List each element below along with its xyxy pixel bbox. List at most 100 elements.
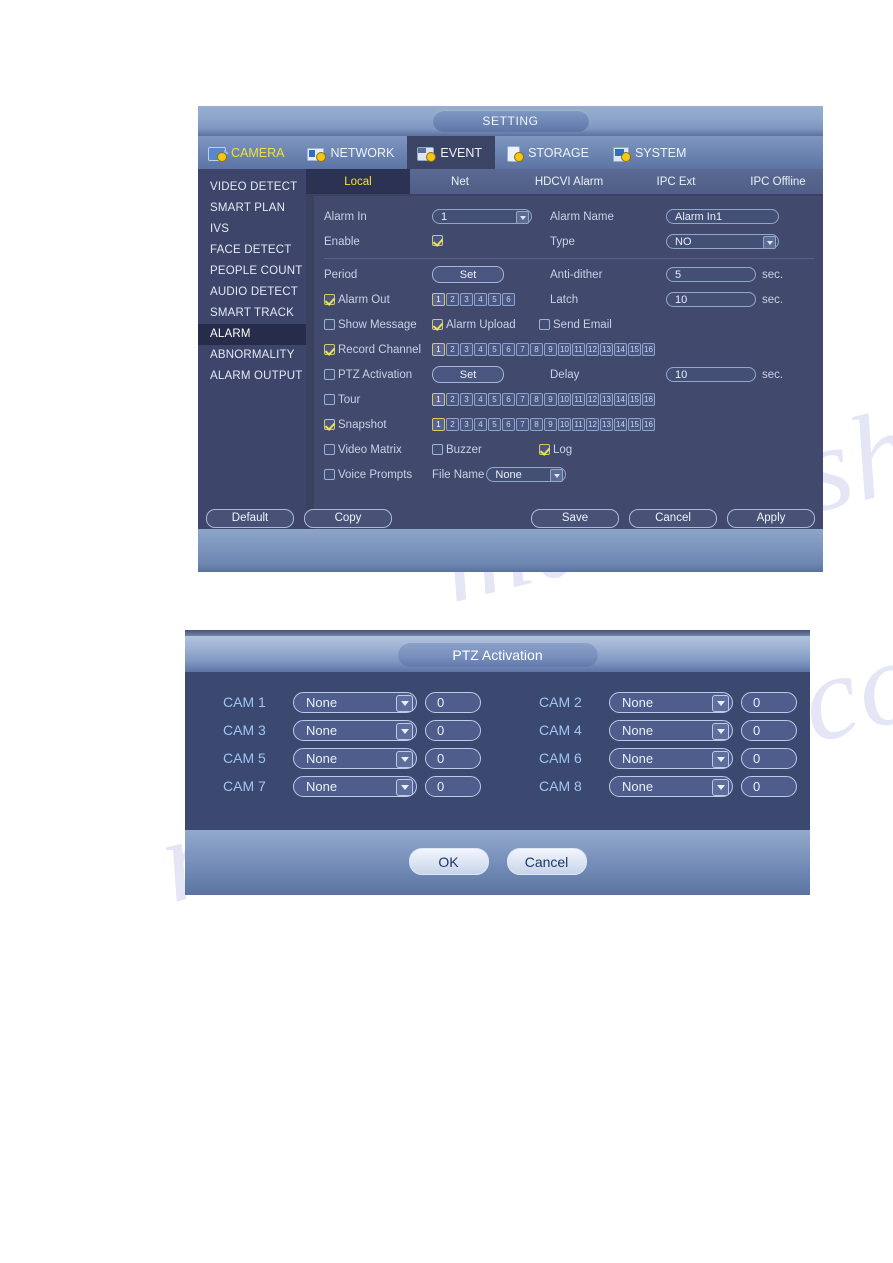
ptz-action-select[interactable]: None [293, 747, 417, 769]
snapshot-channel[interactable]: 16 [642, 418, 655, 431]
file-name-select[interactable]: None [486, 467, 567, 482]
tab-storage[interactable]: STORAGE [495, 136, 602, 169]
record-channel[interactable]: 15 [628, 343, 641, 356]
record-channel[interactable]: 1 [432, 343, 445, 356]
tour-channel[interactable]: 15 [628, 393, 641, 406]
snapshot-channel[interactable]: 11 [572, 418, 585, 431]
record-channel[interactable]: 3 [460, 343, 473, 356]
sidebar-item-abnormality[interactable]: ABNORMALITY [198, 345, 306, 366]
sidebar-item-ivs[interactable]: IVS [198, 219, 306, 240]
ptz-value-input[interactable]: 0 [741, 775, 797, 797]
sidebar-item-video-detect[interactable]: VIDEO DETECT [198, 177, 306, 198]
sidebar-item-alarm-output[interactable]: ALARM OUTPUT [198, 366, 306, 387]
tour-channel[interactable]: 9 [544, 393, 557, 406]
snapshot-channel[interactable]: 2 [446, 418, 459, 431]
ptz-action-select[interactable]: None [609, 747, 733, 769]
subtab-ipc-ext[interactable]: IPC Ext [628, 169, 724, 194]
ptz-action-select[interactable]: None [293, 719, 417, 741]
subtab-net[interactable]: Net [410, 169, 510, 194]
ptz-value-input[interactable]: 0 [741, 691, 797, 713]
snapshot-channel[interactable]: 5 [488, 418, 501, 431]
ptz-value-input[interactable]: 0 [425, 719, 481, 741]
period-set-button[interactable]: Set [432, 266, 504, 283]
snapshot-channel[interactable]: 8 [530, 418, 543, 431]
subtab-local[interactable]: Local [306, 169, 410, 194]
sidebar-item-smart-track[interactable]: SMART TRACK [198, 303, 306, 324]
record-channel[interactable]: 5 [488, 343, 501, 356]
tour-channel[interactable]: 13 [600, 393, 613, 406]
tab-camera[interactable]: CAMERA [198, 136, 297, 169]
snapshot-channel[interactable]: 7 [516, 418, 529, 431]
alarm-upload-checkbox[interactable] [432, 319, 443, 330]
tour-channel[interactable]: 10 [558, 393, 571, 406]
tour-channel[interactable]: 16 [642, 393, 655, 406]
snapshot-channel[interactable]: 9 [544, 418, 557, 431]
snapshot-channel[interactable]: 4 [474, 418, 487, 431]
sidebar-item-smart-plan[interactable]: SMART PLAN [198, 198, 306, 219]
default-button[interactable]: Default [206, 508, 294, 528]
ptz-value-input[interactable]: 0 [425, 775, 481, 797]
record-channel[interactable]: 2 [446, 343, 459, 356]
record-channel[interactable]: 11 [572, 343, 585, 356]
alarm-name-input[interactable]: Alarm In1 [666, 209, 779, 224]
record-channel[interactable]: 4 [474, 343, 487, 356]
alarm-out-checkbox[interactable] [324, 294, 335, 305]
tour-channel[interactable]: 4 [474, 393, 487, 406]
voice-prompts-checkbox[interactable] [324, 469, 335, 480]
record-channel[interactable]: 16 [642, 343, 655, 356]
alarm-out-channel[interactable]: 2 [446, 293, 459, 306]
tour-channel[interactable]: 1 [432, 393, 445, 406]
alarm-out-channel[interactable]: 5 [488, 293, 501, 306]
snapshot-channel[interactable]: 6 [502, 418, 515, 431]
sidebar-item-face-detect[interactable]: FACE DETECT [198, 240, 306, 261]
tour-checkbox[interactable] [324, 394, 335, 405]
record-channel[interactable]: 6 [502, 343, 515, 356]
alarm-out-channel[interactable]: 3 [460, 293, 473, 306]
alarm-out-channel[interactable]: 6 [502, 293, 515, 306]
type-select[interactable]: NO [666, 234, 779, 249]
ptz-set-button[interactable]: Set [432, 366, 504, 383]
sidebar-item-audio-detect[interactable]: AUDIO DETECT [198, 282, 306, 303]
record-channel[interactable]: 14 [614, 343, 627, 356]
ptz-action-select[interactable]: None [609, 719, 733, 741]
ptz-action-select[interactable]: None [609, 691, 733, 713]
tour-channel[interactable]: 11 [572, 393, 585, 406]
record-channel-checkbox[interactable] [324, 344, 335, 355]
record-channel[interactable]: 8 [530, 343, 543, 356]
record-channel[interactable]: 12 [586, 343, 599, 356]
ptz-activation-checkbox[interactable] [324, 369, 335, 380]
ptz-value-input[interactable]: 0 [741, 719, 797, 741]
tour-channel[interactable]: 8 [530, 393, 543, 406]
snapshot-channel[interactable]: 12 [586, 418, 599, 431]
record-channel[interactable]: 7 [516, 343, 529, 356]
snapshot-channel[interactable]: 13 [600, 418, 613, 431]
send-email-checkbox[interactable] [539, 319, 550, 330]
tour-channel[interactable]: 14 [614, 393, 627, 406]
snapshot-channel[interactable]: 3 [460, 418, 473, 431]
ptz-cancel-button[interactable]: Cancel [506, 848, 587, 875]
tab-event[interactable]: EVENT [407, 136, 496, 169]
subtab-ipc-offline[interactable]: IPC Offline [724, 169, 823, 194]
tab-system[interactable]: SYSTEM [602, 136, 699, 169]
snapshot-channel[interactable]: 14 [614, 418, 627, 431]
cancel-button[interactable]: Cancel [629, 508, 717, 528]
snapshot-channel[interactable]: 1 [432, 418, 445, 431]
ptz-action-select[interactable]: None [293, 775, 417, 797]
tab-network[interactable]: NETWORK [297, 136, 407, 169]
tour-channel[interactable]: 3 [460, 393, 473, 406]
delay-input[interactable]: 10 [666, 367, 756, 382]
record-channel[interactable]: 10 [558, 343, 571, 356]
subtab-hdcvi-alarm[interactable]: HDCVI Alarm [510, 169, 628, 194]
tour-channel[interactable]: 7 [516, 393, 529, 406]
tour-channel[interactable]: 5 [488, 393, 501, 406]
alarm-in-select[interactable]: 1 [432, 209, 532, 224]
anti-dither-input[interactable]: 5 [666, 267, 756, 282]
enable-checkbox[interactable] [432, 234, 443, 246]
sidebar-item-people-count[interactable]: PEOPLE COUNT [198, 261, 306, 282]
sidebar-item-alarm[interactable]: ALARM [198, 324, 306, 345]
ptz-value-input[interactable]: 0 [425, 747, 481, 769]
record-channel[interactable]: 13 [600, 343, 613, 356]
record-channel[interactable]: 9 [544, 343, 557, 356]
ptz-action-select[interactable]: None [609, 775, 733, 797]
alarm-out-channel[interactable]: 1 [432, 293, 445, 306]
